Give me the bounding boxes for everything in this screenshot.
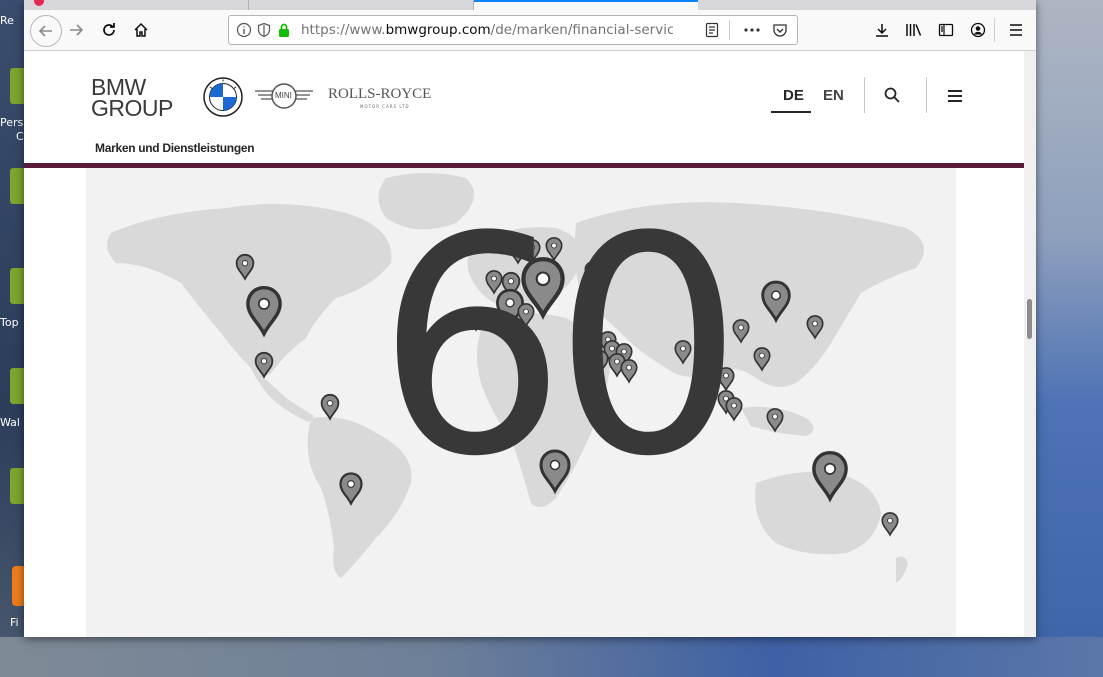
active-language-underline bbox=[771, 111, 811, 113]
web-page: BMW GROUP MINI ROLLS-ROYCE MOTOR CARS LT… bbox=[24, 51, 1024, 637]
rolls-royce-subtitle: MOTOR CARS LTD bbox=[360, 104, 410, 109]
site-menu-button[interactable] bbox=[947, 88, 963, 107]
map-pin[interactable] bbox=[235, 253, 255, 280]
page-scrollbar[interactable] bbox=[1024, 51, 1036, 637]
desktop-background: Re Pers C Top Wal Fi bbox=[0, 0, 26, 677]
tab-strip bbox=[24, 0, 1036, 10]
map-pin[interactable] bbox=[806, 315, 824, 339]
tab-2[interactable] bbox=[249, 0, 474, 10]
info-icon[interactable] bbox=[235, 21, 253, 39]
sidebar-button[interactable] bbox=[932, 16, 960, 44]
map-pin-large[interactable] bbox=[761, 280, 791, 322]
desktop-wallpaper-bottom bbox=[0, 637, 1103, 677]
desktop-label: Re bbox=[0, 14, 14, 27]
scrollbar-thumb[interactable] bbox=[1027, 299, 1032, 339]
account-button[interactable] bbox=[964, 16, 992, 44]
markets-count-number: 60 bbox=[376, 173, 744, 522]
world-map: 60 bbox=[86, 168, 956, 637]
back-arrow-icon bbox=[38, 25, 52, 37]
logo-line-2: GROUP bbox=[91, 95, 173, 121]
site-header: BMW GROUP MINI ROLLS-ROYCE MOTOR CARS LT… bbox=[24, 51, 1024, 164]
header-separator bbox=[864, 77, 865, 113]
desktop-label: Wal bbox=[0, 416, 20, 429]
header-separator bbox=[926, 77, 927, 113]
rolls-royce-logo[interactable]: ROLLS-ROYCE bbox=[328, 86, 431, 103]
close-icon[interactable] bbox=[34, 0, 44, 6]
toolbar-separator bbox=[994, 18, 995, 42]
reload-icon bbox=[103, 23, 115, 36]
reader-view-icon[interactable] bbox=[703, 21, 721, 39]
desktop-wallpaper bbox=[1036, 0, 1103, 677]
map-pin[interactable] bbox=[881, 512, 899, 536]
forward-arrow-icon bbox=[70, 24, 84, 36]
map-pin[interactable] bbox=[753, 347, 771, 371]
account-icon bbox=[970, 22, 986, 38]
map-pin[interactable] bbox=[339, 472, 363, 505]
brands-services-nav[interactable]: Marken und Dienstleistungen bbox=[95, 141, 255, 155]
map-pin-large[interactable] bbox=[812, 450, 848, 501]
url-bar[interactable]: https://www.bmwgroup.com/de/marken/finan… bbox=[228, 15, 798, 45]
nav-toolbar: https://www.bmwgroup.com/de/marken/finan… bbox=[24, 10, 1036, 51]
pocket-icon[interactable] bbox=[771, 21, 789, 39]
forward-button[interactable] bbox=[62, 16, 90, 44]
more-icon[interactable] bbox=[743, 21, 761, 39]
url-text[interactable]: https://www.bmwgroup.com/de/marken/finan… bbox=[301, 22, 673, 38]
map-pin-large[interactable] bbox=[246, 285, 282, 336]
hamburger-menu-icon bbox=[948, 90, 962, 102]
library-button[interactable] bbox=[900, 16, 928, 44]
language-en-link[interactable]: EN bbox=[823, 87, 844, 104]
hamburger-menu-icon bbox=[1010, 24, 1022, 36]
menu-button[interactable] bbox=[1002, 16, 1030, 44]
desktop-label: Fi bbox=[10, 616, 19, 629]
lock-icon[interactable] bbox=[275, 21, 293, 39]
home-button[interactable] bbox=[127, 16, 155, 44]
shield-icon[interactable] bbox=[255, 21, 273, 39]
desktop-label: Pers bbox=[0, 116, 24, 129]
tab-active[interactable] bbox=[474, 0, 698, 10]
reload-button[interactable] bbox=[95, 16, 123, 44]
browser-window: https://www.bmwgroup.com/de/marken/finan… bbox=[24, 0, 1036, 637]
site-search-button[interactable] bbox=[884, 87, 900, 107]
download-icon bbox=[876, 24, 888, 37]
home-icon bbox=[134, 22, 148, 37]
language-de-link[interactable]: DE bbox=[783, 87, 804, 104]
library-icon bbox=[906, 24, 922, 36]
back-button[interactable] bbox=[30, 15, 62, 47]
search-icon bbox=[884, 87, 900, 103]
bmw-roundel-icon[interactable] bbox=[203, 77, 243, 117]
bmw-group-logo[interactable]: BMW GROUP bbox=[91, 76, 173, 121]
mini-label: MINI bbox=[275, 91, 292, 100]
mini-logo[interactable]: MINI bbox=[254, 82, 314, 110]
tab-1[interactable] bbox=[24, 0, 249, 10]
map-pin[interactable] bbox=[732, 319, 750, 343]
desktop-label: C bbox=[16, 130, 24, 143]
desktop-label: Top bbox=[0, 316, 19, 329]
url-separator bbox=[729, 20, 730, 40]
downloads-button[interactable] bbox=[868, 16, 896, 44]
map-pin[interactable] bbox=[320, 393, 340, 420]
map-pin[interactable] bbox=[766, 408, 784, 432]
sidebar-icon bbox=[938, 23, 954, 37]
map-pin[interactable] bbox=[254, 351, 274, 378]
